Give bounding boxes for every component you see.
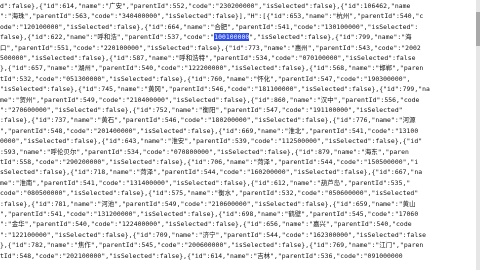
vertical-scrollbar[interactable] [476,0,480,270]
text-line: tId":548,"code":"202100000","isSelected"… [0,251,403,260]
selected-text: 100100000 [214,33,250,42]
scrollbar-thumb[interactable] [476,12,480,46]
json-text-viewer[interactable]: d":false},{"id":614,"name":"广安","parentI… [0,0,476,270]
